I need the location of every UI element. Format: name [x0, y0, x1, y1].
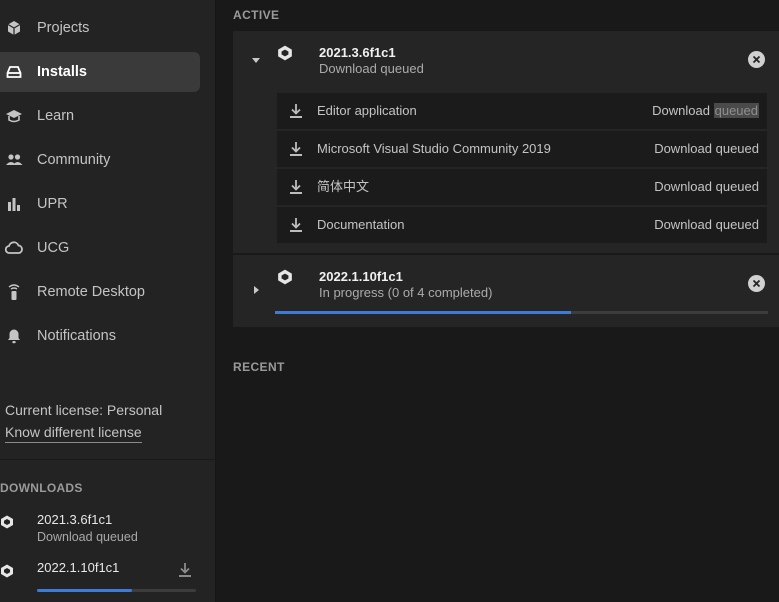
unity-logo-icon — [277, 269, 293, 285]
component-status: Download queued — [654, 179, 759, 194]
unity-logo-icon — [0, 515, 14, 529]
remote-icon — [4, 283, 24, 301]
download-item[interactable]: 2022.1.10f1c1 — [0, 560, 216, 600]
install-card-header[interactable]: 2021.3.6f1c1 Download queued — [233, 31, 779, 91]
sidebar-item-label: UPR — [37, 196, 68, 212]
sidebar-item-label: Remote Desktop — [37, 284, 145, 300]
download-icon — [289, 179, 303, 195]
download-icon — [289, 141, 303, 157]
recent-section-title: RECENT — [233, 360, 285, 374]
download-item[interactable]: 2021.3.6f1c1 Download queued — [0, 512, 216, 552]
sidebar-divider — [0, 459, 216, 460]
install-version: 2022.1.10f1c1 — [319, 269, 403, 284]
sidebar-item-community[interactable]: Community — [0, 140, 200, 180]
install-card-header[interactable]: 2022.1.10f1c1 In progress (0 of 4 comple… — [233, 255, 779, 315]
cancel-install-button[interactable] — [748, 275, 765, 292]
download-status: Download queued — [37, 530, 138, 544]
component-name: Microsoft Visual Studio Community 2019 — [317, 141, 551, 156]
install-version: 2021.3.6f1c1 — [319, 45, 396, 60]
component-name: Documentation — [317, 217, 405, 232]
sidebar-item-upr[interactable]: UPR — [0, 184, 200, 224]
component-name: Editor application — [317, 103, 417, 118]
component-row: 简体中文 Download queued — [277, 169, 767, 205]
sidebar-item-label: Community — [37, 152, 111, 168]
cloud-icon — [4, 239, 24, 257]
install-status: In progress (0 of 4 completed) — [319, 285, 493, 300]
component-status-prefix: Download — [652, 103, 710, 118]
download-icon — [289, 103, 303, 119]
sidebar-item-notifications[interactable]: Notifications — [0, 316, 200, 356]
sidebar-item-ucg[interactable]: UCG — [0, 228, 200, 268]
graduation-cap-icon — [4, 107, 24, 125]
cube-icon — [4, 19, 24, 37]
component-status: Download queued — [654, 141, 759, 156]
installs-main: ACTIVE 2021.3.6f1c1 Download queued Edit… — [217, 0, 779, 602]
sidebar-item-label: Learn — [37, 108, 75, 124]
sidebar-item-label: Projects — [37, 20, 90, 36]
component-status: Download queued — [654, 217, 759, 232]
unity-logo-icon — [0, 564, 14, 578]
bell-icon — [4, 327, 24, 345]
active-section-title: ACTIVE — [233, 8, 280, 22]
chevron-right-icon[interactable] — [251, 283, 261, 294]
download-icon[interactable] — [178, 562, 192, 578]
sidebar-download-progress — [37, 589, 196, 592]
sidebar-item-label: Installs — [37, 64, 87, 80]
unity-logo-icon — [277, 45, 293, 61]
download-version: 2021.3.6f1c1 — [37, 512, 113, 527]
sidebar-item-remote-desktop[interactable]: Remote Desktop — [0, 272, 200, 312]
component-row: Documentation Download queued — [277, 207, 767, 243]
sidebar: Projects Installs Learn Community UPR UC… — [0, 0, 216, 602]
install-status: Download queued — [319, 61, 424, 76]
sidebar-item-projects[interactable]: Projects — [0, 8, 200, 48]
download-icon — [289, 217, 303, 233]
install-progress-bar — [275, 311, 768, 314]
install-card: 2022.1.10f1c1 In progress (0 of 4 comple… — [233, 255, 779, 327]
component-row: Editor application Download queued — [277, 93, 767, 129]
know-different-license-link[interactable]: Know different license — [5, 423, 142, 443]
sidebar-item-installs[interactable]: Installs — [0, 52, 200, 92]
component-name: 简体中文 — [317, 179, 370, 194]
drive-icon — [4, 63, 24, 81]
current-license-text: Current license: Personal — [5, 402, 163, 418]
chevron-down-icon[interactable] — [251, 53, 261, 63]
people-icon — [4, 151, 24, 169]
component-list: Editor application Download queued Micro… — [277, 93, 767, 245]
sidebar-item-learn[interactable]: Learn — [0, 96, 200, 136]
downloads-title: DOWNLOADS — [0, 481, 83, 495]
component-status: Download queued — [652, 103, 759, 119]
progress-fill — [275, 311, 571, 314]
component-status-highlight: queued — [713, 103, 759, 118]
component-row: Microsoft Visual Studio Community 2019 D… — [277, 131, 767, 167]
sidebar-item-label: Notifications — [37, 328, 116, 344]
sidebar-item-label: UCG — [37, 240, 70, 256]
license-info: Current license: Personal Know different… — [5, 401, 205, 443]
download-version: 2022.1.10f1c1 — [37, 560, 120, 575]
cancel-install-button[interactable] — [748, 51, 765, 68]
bar-chart-icon — [4, 195, 24, 213]
progress-fill — [37, 589, 133, 592]
install-card: 2021.3.6f1c1 Download queued Editor appl… — [233, 31, 779, 253]
